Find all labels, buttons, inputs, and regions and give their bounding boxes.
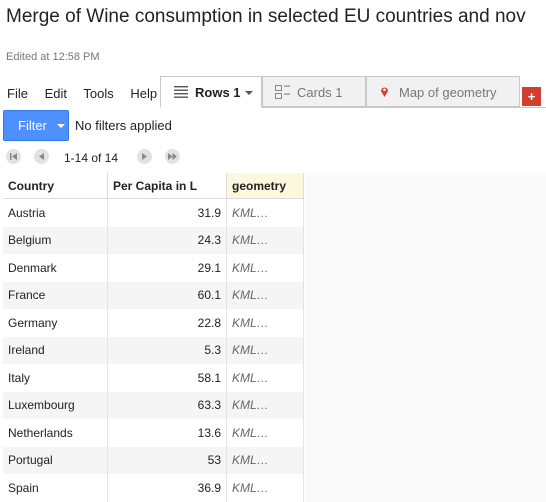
cell-country[interactable]: Austria [3, 198, 108, 227]
cell-country[interactable]: Italy [3, 364, 108, 392]
cell-per-capita[interactable]: 60.1 [107, 281, 227, 309]
table-row[interactable]: Spain 36.9 KML… [3, 474, 304, 502]
data-table: Country Per Capita in L geometry Austria… [3, 173, 304, 502]
table-row[interactable]: Ireland 5.3 KML… [3, 336, 304, 364]
cell-geometry[interactable]: KML… [226, 474, 304, 502]
filter-status: No filters applied [75, 118, 172, 133]
table-row[interactable]: Italy 58.1 KML… [3, 364, 304, 392]
filter-button[interactable]: Filter [3, 110, 69, 141]
tab-rows[interactable]: Rows 1 [160, 76, 262, 108]
menu-tools[interactable]: Tools [83, 86, 113, 101]
cell-geometry[interactable]: KML… [226, 254, 304, 282]
page-title: Merge of Wine consumption in selected EU… [6, 6, 526, 27]
cell-geometry[interactable]: KML… [226, 364, 304, 392]
table-row[interactable]: Luxembourg 63.3 KML… [3, 391, 304, 419]
table-row[interactable]: Germany 22.8 KML… [3, 309, 304, 337]
table-row[interactable]: Portugal 53 KML… [3, 446, 304, 474]
tab-map[interactable]: Map of geometry [366, 76, 520, 107]
chevron-down-icon[interactable] [245, 91, 253, 96]
cell-geometry[interactable]: KML… [226, 446, 304, 474]
cell-geometry[interactable]: KML… [226, 309, 304, 337]
last-page-icon[interactable] [165, 149, 180, 164]
empty-area [305, 173, 546, 502]
cell-geometry[interactable]: KML… [226, 336, 304, 364]
cell-per-capita[interactable]: 58.1 [107, 364, 227, 392]
menu-edit[interactable]: Edit [45, 86, 67, 101]
chevron-down-icon [57, 124, 65, 128]
cell-per-capita[interactable]: 29.1 [107, 254, 227, 282]
table-row[interactable]: France 60.1 KML… [3, 281, 304, 309]
cell-per-capita[interactable]: 5.3 [107, 336, 227, 364]
filter-button-label: Filter [18, 118, 47, 133]
cell-per-capita[interactable]: 53 [107, 446, 227, 474]
column-header-country[interactable]: Country [3, 173, 108, 199]
cell-per-capita[interactable]: 31.9 [107, 198, 227, 227]
cell-country[interactable]: Denmark [3, 254, 108, 282]
cell-country[interactable]: Netherlands [3, 419, 108, 447]
table-header-row: Country Per Capita in L geometry [3, 173, 304, 199]
tab-cards[interactable]: Cards 1 [262, 76, 366, 107]
cell-country[interactable]: Ireland [3, 336, 108, 364]
menu-help[interactable]: Help [130, 86, 157, 101]
menu-file[interactable]: File [7, 86, 28, 101]
map-pin-icon [381, 87, 388, 97]
cell-country[interactable]: Belgium [3, 226, 108, 254]
cell-per-capita[interactable]: 13.6 [107, 419, 227, 447]
column-header-geometry[interactable]: geometry [226, 173, 304, 199]
table-row[interactable]: Belgium 24.3 KML… [3, 226, 304, 254]
tab-rows-label: Rows 1 [195, 85, 241, 100]
table-row[interactable]: Denmark 29.1 KML… [3, 254, 304, 282]
cell-country[interactable]: Luxembourg [3, 391, 108, 419]
cell-geometry[interactable]: KML… [226, 198, 304, 227]
edited-timestamp: Edited at 12:58 PM [6, 51, 100, 63]
cell-per-capita[interactable]: 22.8 [107, 309, 227, 337]
cell-per-capita[interactable]: 63.3 [107, 391, 227, 419]
menu-bar: File Edit Tools Help [7, 86, 170, 101]
cell-country[interactable]: Portugal [3, 446, 108, 474]
cell-country[interactable]: Germany [3, 309, 108, 337]
cell-geometry[interactable]: KML… [226, 226, 304, 254]
first-page-icon[interactable] [6, 149, 21, 164]
tab-cards-label: Cards 1 [297, 85, 343, 100]
cell-geometry[interactable]: KML… [226, 419, 304, 447]
table-row[interactable]: Austria 31.9 KML… [3, 198, 304, 227]
page-count: 1-14 of 14 [64, 151, 119, 165]
cell-geometry[interactable]: KML… [226, 391, 304, 419]
table-row[interactable]: Netherlands 13.6 KML… [3, 419, 304, 447]
tab-map-label: Map of geometry [399, 85, 497, 100]
cards-icon [275, 85, 290, 99]
cell-per-capita[interactable]: 36.9 [107, 474, 227, 502]
column-header-per-capita[interactable]: Per Capita in L [107, 173, 227, 199]
cell-country[interactable]: France [3, 281, 108, 309]
next-page-icon[interactable] [137, 149, 152, 164]
cell-country[interactable]: Spain [3, 474, 108, 502]
cell-geometry[interactable]: KML… [226, 281, 304, 309]
prev-page-icon[interactable] [34, 149, 49, 164]
rows-icon [174, 86, 188, 98]
cell-per-capita[interactable]: 24.3 [107, 226, 227, 254]
add-tab-button[interactable]: + [522, 87, 541, 106]
